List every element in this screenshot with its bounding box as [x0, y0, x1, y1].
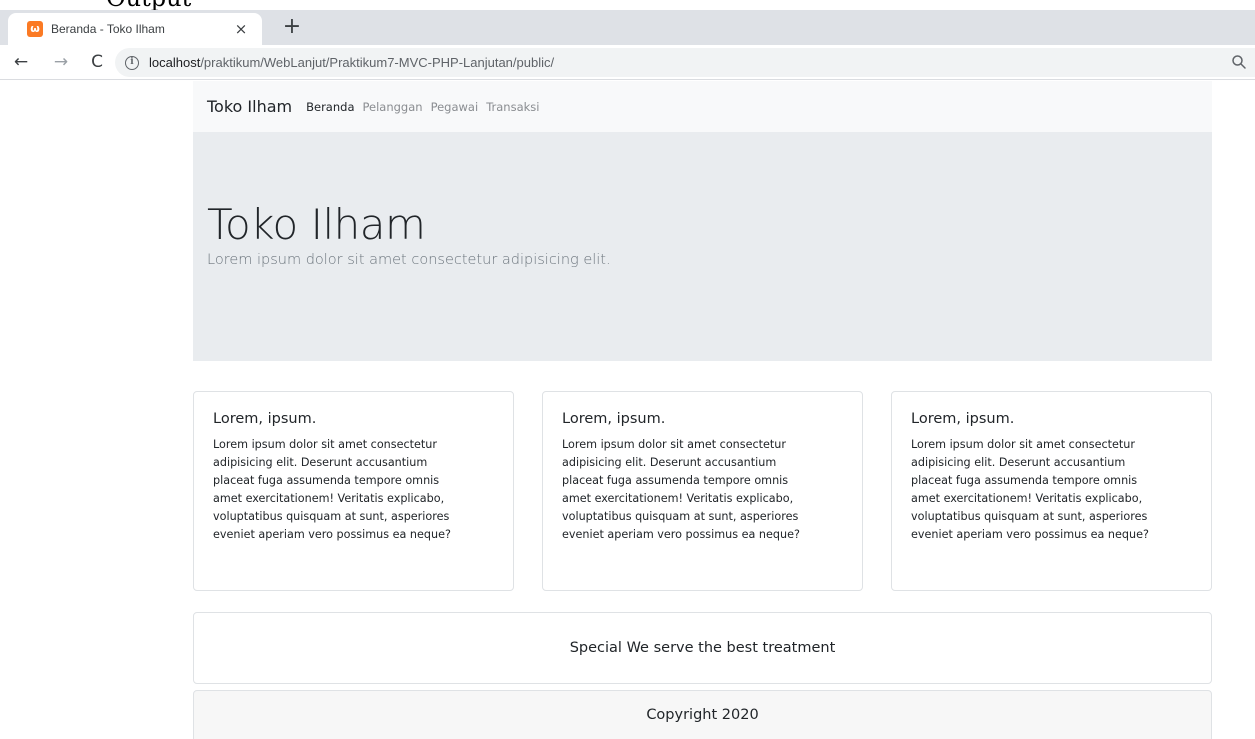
back-arrow-icon[interactable]: ←: [10, 51, 32, 73]
browser-toolbar: ← → C i localhost/praktikum/WebLanjut/Pr…: [0, 45, 1255, 80]
page-container: Toko Ilham Beranda Pelanggan Pegawai Tra…: [193, 81, 1212, 739]
url-path: /praktikum/WebLanjut/Praktikum7-MVC-PHP-…: [200, 55, 555, 70]
special-text: Special We serve the best treatment: [569, 640, 836, 656]
card-text-line: eveniet aperiam vero possimus ea neque?: [213, 528, 451, 541]
tab-bar: ω Beranda - Toko Ilham × +: [0, 10, 1255, 45]
navbar-brand[interactable]: Toko Ilham: [207, 97, 292, 116]
info-icon[interactable]: i: [125, 55, 139, 70]
card-text-line: Lorem ipsum dolor sit amet consectetur: [911, 438, 1135, 451]
close-icon[interactable]: ×: [232, 20, 250, 38]
nav-link-beranda[interactable]: Beranda: [306, 100, 354, 114]
card-text-line: placeat fuga assumenda tempore omnis: [911, 474, 1138, 487]
card-text: Lorem ipsum dolor sit amet consectetur a…: [213, 436, 494, 544]
url-host: localhost: [149, 55, 201, 70]
card-text: Lorem ipsum dolor sit amet consectetur a…: [911, 436, 1192, 544]
card-text-line: Lorem ipsum dolor sit amet consectetur: [213, 438, 437, 451]
special-banner: Special We serve the best treatment: [193, 612, 1212, 684]
caption-strip: Output: [0, 0, 1255, 10]
card-text-line: amet exercitationem! Veritatis explicabo…: [213, 492, 445, 505]
tab-beranda[interactable]: ω Beranda - Toko Ilham ×: [8, 13, 262, 45]
card-2: Lorem, ipsum. Lorem ipsum dolor sit amet…: [542, 391, 863, 591]
new-tab-plus-icon[interactable]: +: [280, 15, 304, 39]
card-text-line: placeat fuga assumenda tempore omnis: [213, 474, 440, 487]
card-text-line: Lorem ipsum dolor sit amet consectetur: [562, 438, 786, 451]
jumbotron: Toko Ilham Lorem ipsum dolor sit amet co…: [193, 132, 1212, 361]
card-title: Lorem, ipsum.: [213, 411, 317, 427]
card-text-line: adipisicing elit. Deserunt accusantium: [911, 456, 1126, 469]
card-text-line: eveniet aperiam vero possimus ea neque?: [562, 528, 800, 541]
tab-title: Beranda - Toko Ilham: [51, 22, 165, 36]
card-1: Lorem, ipsum. Lorem ipsum dolor sit amet…: [193, 391, 514, 591]
nav-link-pelanggan[interactable]: Pelanggan: [363, 100, 423, 114]
footer: Copyright 2020: [193, 690, 1212, 739]
site-navbar: Toko Ilham Beranda Pelanggan Pegawai Tra…: [193, 81, 1212, 132]
reload-icon[interactable]: C: [86, 51, 108, 73]
card-text-line: voluptatibus quisquam at sunt, asperiore…: [562, 510, 799, 523]
card-text-line: placeat fuga assumenda tempore omnis: [562, 474, 789, 487]
jumbotron-lead: Lorem ipsum dolor sit amet consectetur a…: [207, 252, 611, 268]
card-text-line: voluptatibus quisquam at sunt, asperiore…: [911, 510, 1148, 523]
card-3: Lorem, ipsum. Lorem ipsum dolor sit amet…: [891, 391, 1212, 591]
card-title: Lorem, ipsum.: [911, 411, 1015, 427]
card-title: Lorem, ipsum.: [562, 411, 666, 427]
xampp-favicon-icon: ω: [27, 21, 43, 37]
nav-link-transaksi[interactable]: Transaksi: [486, 100, 539, 114]
card-text: Lorem ipsum dolor sit amet consectetur a…: [562, 436, 843, 544]
address-bar[interactable]: i localhost/praktikum/WebLanjut/Praktiku…: [115, 48, 1255, 77]
card-text-line: voluptatibus quisquam at sunt, asperiore…: [213, 510, 450, 523]
forward-arrow-icon[interactable]: →: [50, 51, 72, 73]
caption-text: Output: [106, 0, 191, 10]
web-page: Toko Ilham Beranda Pelanggan Pegawai Tra…: [0, 81, 1255, 739]
card-text-line: amet exercitationem! Veritatis explicabo…: [911, 492, 1143, 505]
card-row: Lorem, ipsum. Lorem ipsum dolor sit amet…: [193, 391, 1212, 591]
copyright-text: Copyright 2020: [646, 707, 759, 723]
card-text-line: amet exercitationem! Veritatis explicabo…: [562, 492, 794, 505]
card-text-line: eveniet aperiam vero possimus ea neque?: [911, 528, 1149, 541]
nav-link-pegawai[interactable]: Pegawai: [431, 100, 479, 114]
card-text-line: adipisicing elit. Deserunt accusantium: [213, 456, 428, 469]
zoom-magnifier-icon[interactable]: [1231, 54, 1247, 70]
jumbotron-title: Toko Ilham: [207, 200, 426, 249]
card-text-line: adipisicing elit. Deserunt accusantium: [562, 456, 777, 469]
